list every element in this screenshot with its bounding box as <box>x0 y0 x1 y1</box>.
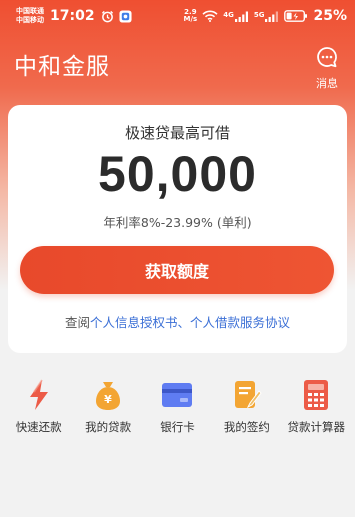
loan-card: 极速贷最高可借 50,000 年利率8%-23.99% (单利) 获取额度 查阅… <box>8 105 347 353</box>
chat-bubble-icon <box>316 46 338 72</box>
signal-2-tag: 5G <box>253 10 265 19</box>
agreement-notice: 查阅个人信息授权书、个人借款服务协议 <box>8 312 347 331</box>
my-contracts-label: 我的签约 <box>223 420 270 434</box>
lightning-icon <box>22 378 56 412</box>
battery-icon <box>284 7 308 26</box>
interest-rate: 年利率8%-23.99% (单利) <box>103 215 252 230</box>
loan-calculator-button[interactable]: 贷款计算器 <box>284 378 348 448</box>
calculator-icon <box>299 378 333 412</box>
carrier-names: 中国联通 中国移动 <box>16 7 44 25</box>
my-loans-button[interactable]: ¥ 我的贷款 <box>76 378 140 448</box>
carrier-1: 中国联通 <box>16 7 44 15</box>
battery-percent: 25% <box>313 8 347 24</box>
max-loan-amount: 50,000 <box>98 146 257 202</box>
wifi-icon <box>202 7 218 26</box>
network-speed-unit: M/s <box>183 15 198 23</box>
screen: 中国联通 中国移动 17:02 2.9 M/s 4G 5G 25% 中和金服 消… <box>0 0 355 517</box>
status-bar: 中国联通 中国移动 17:02 2.9 M/s 4G 5G 25% <box>0 0 355 32</box>
bank-card-label: 银行卡 <box>160 420 195 434</box>
signal-1-tag: 4G <box>223 10 234 19</box>
bank-card-button[interactable]: 银行卡 <box>145 378 209 448</box>
my-loans-label: 我的贷款 <box>85 420 132 434</box>
quick-menu: 快速还款 ¥ 我的贷款 银行卡 我的签约 贷款计算器 <box>0 378 355 448</box>
contract-icon <box>230 378 264 412</box>
messages-label: 消息 <box>316 77 338 90</box>
signal-1-icon: 4G <box>223 11 249 22</box>
alarm-icon <box>101 10 114 23</box>
get-credit-limit-button[interactable]: 获取额度 <box>20 246 334 294</box>
app-notification-icon <box>119 9 132 23</box>
app-title: 中和金服 <box>14 54 110 80</box>
money-bag-icon: ¥ <box>91 378 125 412</box>
bank-card-icon <box>160 378 194 412</box>
loan-calculator-label: 贷款计算器 <box>287 420 346 434</box>
quick-repay-label: 快速还款 <box>15 420 62 434</box>
loan-card-subtitle: 极速贷最高可借 <box>124 124 230 142</box>
quick-repay-button[interactable]: 快速还款 <box>7 378 71 448</box>
network-speed: 2.9 M/s <box>184 9 198 23</box>
agreement-prefix: 查阅 <box>64 315 90 330</box>
messages-button[interactable]: 消息 <box>309 46 345 90</box>
agreement-separator: 、 <box>177 315 191 330</box>
loan-service-agreement-link[interactable]: 个人借款服务协议 <box>190 315 290 330</box>
carrier-2: 中国移动 <box>16 16 44 24</box>
clock: 17:02 <box>50 8 95 24</box>
personal-info-authorization-link[interactable]: 个人信息授权书 <box>90 315 178 330</box>
signal-2-icon: 5G <box>254 11 280 22</box>
my-contracts-button[interactable]: 我的签约 <box>215 378 279 448</box>
svg-text:¥: ¥ <box>104 393 112 406</box>
